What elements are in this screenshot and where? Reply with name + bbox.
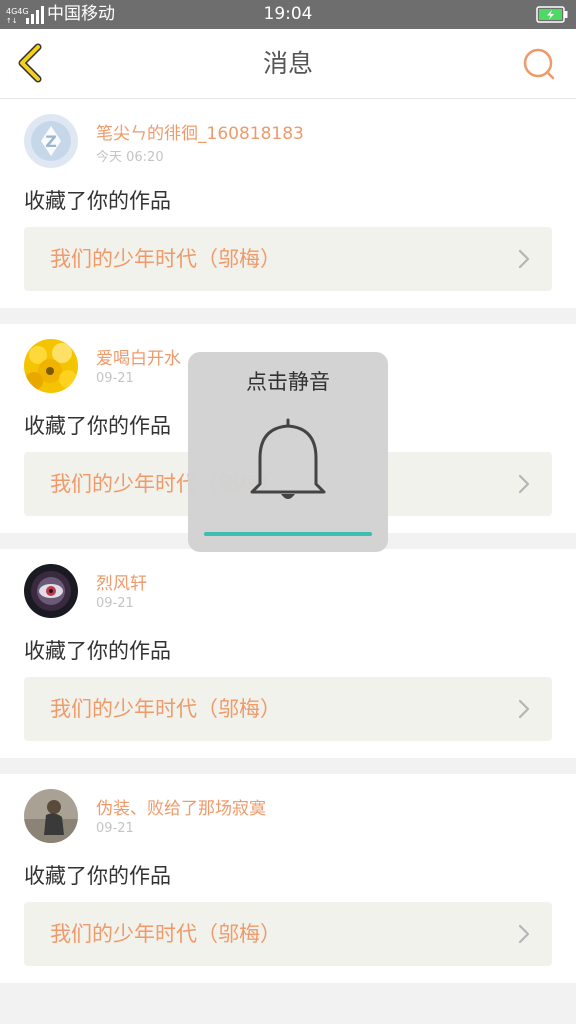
volume-bar xyxy=(204,532,372,536)
work-link[interactable]: 我们的少年时代（邬梅） xyxy=(24,227,552,291)
mute-toast[interactable]: 点击静音 xyxy=(188,352,388,552)
avatar[interactable] xyxy=(24,564,78,618)
message-time: 09-21 xyxy=(96,596,134,611)
message-action: 收藏了你的作品 xyxy=(24,639,171,663)
user-name[interactable]: 爱喝白开水 xyxy=(96,344,181,369)
work-title: 我们的少年时代（邬梅） xyxy=(50,247,281,271)
page-title: 消息 xyxy=(262,49,313,78)
chevron-right-icon xyxy=(518,249,530,269)
chevron-right-icon xyxy=(518,699,530,719)
work-title: 我们的少年时代（邬梅） xyxy=(50,922,281,946)
message-action: 收藏了你的作品 xyxy=(24,414,171,438)
message-time: 09-21 xyxy=(96,371,134,386)
app-header: 消息 xyxy=(0,29,576,99)
clock: 19:04 xyxy=(263,4,313,24)
volume-bar-fill xyxy=(204,532,372,536)
person-avatar-icon xyxy=(24,789,78,843)
avatar[interactable] xyxy=(24,339,78,393)
chevron-right-icon xyxy=(518,474,530,494)
toast-label: 点击静音 xyxy=(246,370,330,394)
message-action: 收藏了你的作品 xyxy=(24,189,171,213)
qq-avatar-icon: Z xyxy=(24,114,78,168)
message-time: 09-21 xyxy=(96,821,134,836)
eye-avatar-icon xyxy=(24,564,78,618)
work-link[interactable]: 我们的少年时代（邬梅） xyxy=(24,902,552,966)
search-button[interactable] xyxy=(520,45,558,83)
message-item[interactable]: Z 笔尖ㄣ的徘徊_160818183 今天 06:20 收藏了你的作品 我们的少… xyxy=(0,99,576,308)
sunflower-avatar-icon xyxy=(24,339,78,393)
message-time: 今天 06:20 xyxy=(96,150,164,165)
work-link[interactable]: 我们的少年时代（邬梅） xyxy=(24,677,552,741)
work-title: 我们的少年时代（邬梅） xyxy=(50,697,281,721)
search-icon xyxy=(523,48,555,80)
user-name[interactable]: 笔尖ㄣ的徘徊_160818183 xyxy=(96,119,304,144)
svg-text:Z: Z xyxy=(45,132,57,151)
avatar[interactable] xyxy=(24,789,78,843)
message-item[interactable]: 伪装、败给了那场寂寞 09-21 收藏了你的作品 我们的少年时代（邬梅） xyxy=(0,774,576,983)
message-item[interactable]: 烈风轩 09-21 收藏了你的作品 我们的少年时代（邬梅） xyxy=(0,549,576,758)
user-name[interactable]: 伪装、败给了那场寂寞 xyxy=(96,794,266,819)
message-action: 收藏了你的作品 xyxy=(24,864,171,888)
user-name[interactable]: 烈风轩 xyxy=(96,569,147,594)
status-bar: 4G4G ↑↓ 中国移动 19:04 xyxy=(0,0,576,29)
battery-icon xyxy=(536,6,568,23)
bell-icon xyxy=(250,418,326,499)
chevron-right-icon xyxy=(518,924,530,944)
avatar[interactable]: Z xyxy=(24,114,78,168)
